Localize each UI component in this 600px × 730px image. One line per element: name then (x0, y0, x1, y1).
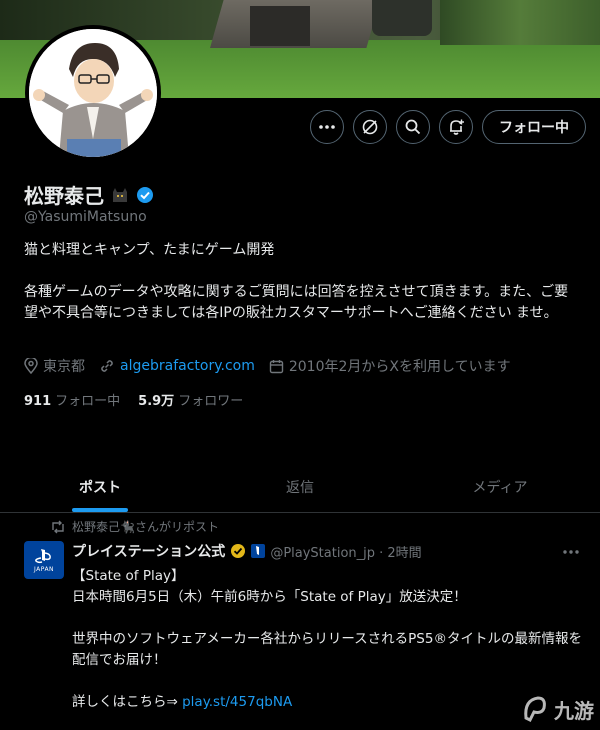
post-header: プレイステーション公式 @PlayStation_jp · 2時間 (72, 541, 422, 561)
link-icon (101, 360, 113, 372)
calendar-icon (269, 359, 284, 373)
repost-text[interactable]: 松野泰己🐈‍⬛さんがリポスト (72, 518, 219, 535)
location: 東京都 (24, 356, 85, 376)
following-label: フォロー中 (55, 394, 121, 409)
watermark-logo-icon (524, 696, 546, 723)
hide-reposts-button[interactable] (353, 110, 387, 144)
post-author-handle-time[interactable]: @PlayStation_jp · 2時間 (270, 542, 421, 561)
bio-line: 猫と料理とキャンプ、たまにゲーム開発 (24, 242, 275, 258)
profile-actions: フォロー中 (310, 110, 586, 144)
post-text-line: 日本時間6月5日（木）午前6時から「State of Play」放送決定！ (72, 589, 467, 605)
post-link-prefix: 詳しくはこちら⇒ (72, 694, 183, 710)
website[interactable]: algebrafactory.com (99, 358, 255, 374)
profile-meta: 東京都 algebrafactory.com 2010年2月からXを利用していま… (24, 356, 511, 376)
watermark-text: 九游 (554, 698, 594, 723)
followers-label: フォロワー (178, 394, 244, 409)
profile-tabs: ポスト 返信 メディア (0, 462, 600, 513)
following-button[interactable]: フォロー中 (482, 110, 586, 144)
repost-icon (52, 520, 64, 533)
profile-stats: 911 フォロー中 5.9万 フォロワー (24, 390, 243, 409)
hide-reposts-icon (362, 119, 378, 135)
notification-bell-icon (450, 119, 464, 135)
affiliate-badge-icon (251, 544, 266, 558)
tab-media[interactable]: メディア (400, 462, 600, 512)
more-icon (319, 125, 335, 129)
more-button[interactable] (310, 110, 344, 144)
post-author-avatar[interactable]: JAPAN (24, 541, 64, 579)
followers-stat[interactable]: 5.9万 フォロワー (138, 390, 243, 409)
following-stat[interactable]: 911 フォロー中 (24, 390, 120, 409)
post-author-name[interactable]: プレイステーション公式 (72, 541, 225, 561)
avatar-illustration (29, 29, 157, 157)
search-button[interactable] (396, 110, 430, 144)
display-name: 松野泰己 (24, 184, 104, 208)
tab-posts[interactable]: ポスト (0, 462, 200, 512)
banner-tent-door (250, 6, 310, 46)
profile-name-row: 松野泰己 (24, 180, 154, 209)
post-paragraph-gap (72, 671, 592, 692)
post-body: 【State of Play】 日本時間6月5日（木）午前6時から「State … (72, 566, 592, 713)
post-link[interactable]: play.st/457qbNA (182, 694, 292, 710)
profile-handle: @YasumiMatsuno (24, 209, 147, 225)
post-more-button[interactable] (562, 540, 580, 559)
playstation-logo-icon (35, 548, 51, 563)
website-link[interactable]: algebrafactory.com (120, 358, 255, 374)
black-cat-emoji-icon (113, 187, 127, 202)
verified-badge-icon[interactable] (136, 186, 154, 204)
more-icon (563, 550, 579, 554)
post-paragraph-gap (72, 608, 592, 629)
followers-count: 5.9万 (138, 394, 175, 409)
tab-replies[interactable]: 返信 (200, 462, 400, 512)
repost-indicator: 松野泰己🐈‍⬛さんがリポスト (50, 518, 219, 535)
notifications-button[interactable] (439, 110, 473, 144)
location-icon (24, 358, 38, 374)
post-text-line: 世界中のソフトウェアメーカー各社からリリースされるPS5®タイトルの最新情報を配… (72, 631, 582, 668)
joined-date: 2010年2月からXを利用しています (269, 356, 511, 376)
banner-trees (440, 0, 600, 45)
verified-badge-icon (231, 544, 246, 558)
site-watermark: 九游 (520, 694, 594, 724)
banner-car (372, 0, 432, 36)
post-text-line: 【State of Play】 (72, 568, 185, 584)
avatar-country-text: JAPAN (33, 565, 55, 573)
profile-avatar[interactable] (25, 25, 161, 161)
profile-bio: 猫と料理とキャンプ、たまにゲーム開発 各種ゲームのデータや攻略に関するご質問には… (24, 240, 574, 345)
following-count: 911 (24, 394, 52, 409)
location-text: 東京都 (43, 359, 85, 375)
post-text-line: 詳しくはこちら⇒ play.st/457qbNA (72, 692, 592, 713)
bio-line: 各種ゲームのデータや攻略に関するご質問には回答を控えさせて頂きます。また、ご要望… (24, 284, 569, 321)
joined-text: 2010年2月からXを利用しています (288, 359, 511, 375)
search-icon (405, 119, 421, 135)
